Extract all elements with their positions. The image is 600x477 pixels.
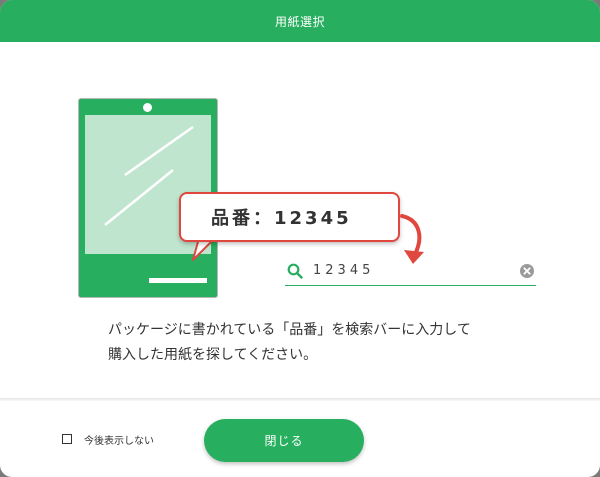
search-icon: [287, 263, 303, 279]
callout-text: 品番：12345: [211, 208, 352, 229]
dialog-header: 用紙選択: [0, 0, 600, 42]
clear-icon: [520, 264, 534, 278]
instruction-line-1: パッケージに書かれている「品番」を検索バーに入力して: [108, 322, 471, 338]
product-number-callout: 品番：12345: [179, 192, 400, 242]
close-button[interactable]: 閉じる: [204, 419, 364, 462]
instruction-line-2: 購入した用紙を探してください。: [108, 347, 318, 363]
instruction-text: パッケージに書かれている「品番」を検索バーに入力して 購入した用紙を探してくださ…: [108, 318, 538, 368]
checkbox-box[interactable]: [62, 434, 72, 444]
tablet-camera: [143, 103, 152, 112]
example-search-bar: 12345: [285, 257, 536, 286]
checkbox-label[interactable]: 今後表示しない: [84, 432, 154, 447]
dialog-title: 用紙選択: [274, 14, 325, 29]
tablet-label-bar: [149, 278, 207, 283]
reflection-line-2: [104, 169, 174, 226]
close-button-label[interactable]: 閉じる: [264, 432, 303, 449]
search-value: 12345: [313, 263, 375, 278]
paper-selection-dialog: 用紙選択 品番：12345 12345 パッケージに書かれている「品番」を検索バ…: [0, 0, 600, 477]
reflection-line-1: [124, 125, 194, 177]
instruction-illustration: 品番：12345 12345: [0, 42, 600, 312]
footer-divider: [0, 398, 600, 401]
dont-show-again-checkbox[interactable]: 今後表示しない: [62, 430, 154, 448]
